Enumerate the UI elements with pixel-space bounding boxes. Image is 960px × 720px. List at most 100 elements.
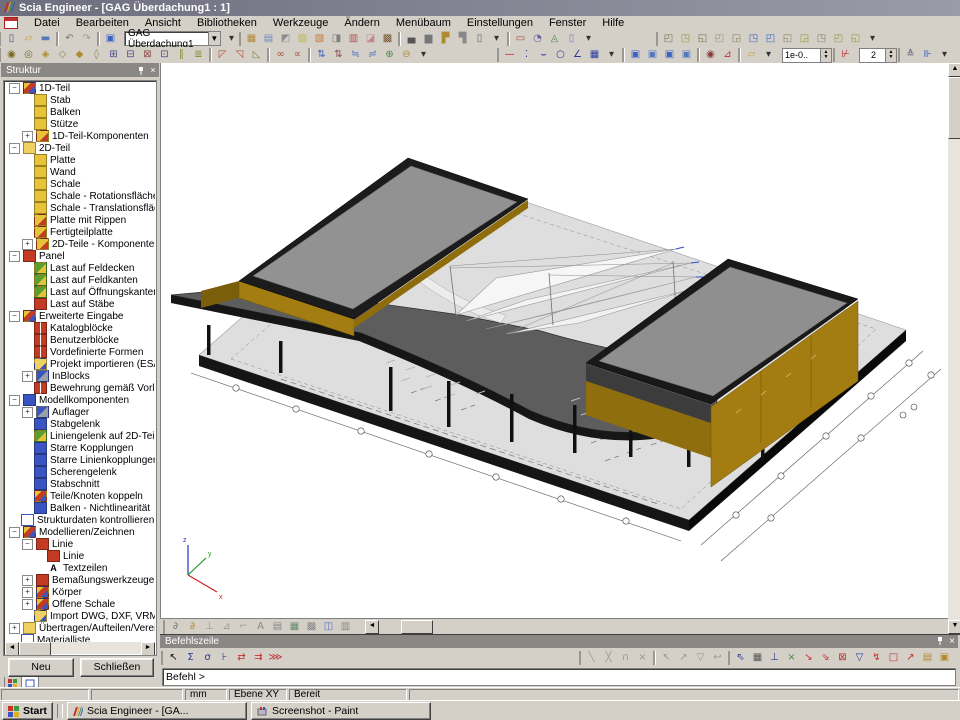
- viewport-vertical-scrollbar[interactable]: ▲ ▼: [948, 63, 960, 634]
- select-tool-icon[interactable]: ⊠: [139, 48, 156, 62]
- view-window-icon[interactable]: ◰: [830, 32, 847, 46]
- tree-item[interactable]: −Panel: [5, 250, 155, 262]
- tree-item[interactable]: −Linie: [5, 538, 155, 550]
- document-template-icon[interactable]: ▯: [471, 32, 488, 46]
- line-style-icon[interactable]: —: [501, 48, 518, 62]
- menu-datei[interactable]: Datei: [26, 16, 68, 30]
- tree-item[interactable]: Last auf Öffnungskanten: [5, 286, 155, 298]
- menu-bearbeiten[interactable]: Bearbeiten: [68, 16, 137, 30]
- viewport-3d[interactable]: x y z: [160, 63, 949, 618]
- arc-snap-icon[interactable]: ↯: [868, 651, 885, 665]
- view-window-icon[interactable]: ◱: [779, 32, 796, 46]
- dropdown-icon[interactable]: ▾: [864, 32, 881, 46]
- tree-item[interactable]: Schale - Rotationsfläche: [5, 190, 155, 202]
- flag-view-icon[interactable]: ⌐: [235, 620, 252, 634]
- expand-toggle-icon[interactable]: +: [22, 371, 33, 382]
- view-window-icon[interactable]: ◰: [711, 32, 728, 46]
- view-window-icon[interactable]: ◱: [847, 32, 864, 46]
- tree-item[interactable]: Katalogblöcke: [5, 322, 155, 334]
- select-cursor-icon[interactable]: ↖: [165, 651, 182, 665]
- scroll-right-icon[interactable]: ►: [141, 642, 155, 656]
- expand-toggle-icon[interactable]: +: [22, 587, 33, 598]
- snap-arc-icon[interactable]: ∩: [617, 651, 634, 665]
- model-tool-icon[interactable]: ◨: [328, 32, 345, 46]
- section-view-icon[interactable]: ⊿: [218, 620, 235, 634]
- pen-view-icon[interactable]: ∂: [184, 620, 201, 634]
- model-tool-icon[interactable]: ▨: [294, 32, 311, 46]
- pin-icon[interactable]: [135, 65, 147, 76]
- midpoint-snap-icon[interactable]: ⇘: [817, 651, 834, 665]
- scroll-left-icon[interactable]: ◄: [365, 620, 379, 634]
- spinner-arrows-icon[interactable]: ▲▼: [820, 49, 831, 62]
- document-icon[interactable]: [4, 17, 18, 29]
- neu-button[interactable]: Neu: [8, 658, 74, 677]
- expand-toggle-icon[interactable]: −: [9, 143, 20, 154]
- sum-selection-icon[interactable]: Σ: [182, 651, 199, 665]
- filter-view-icon[interactable]: ▥: [337, 620, 354, 634]
- select-tool-icon[interactable]: ◉: [3, 48, 20, 62]
- tree-item[interactable]: +Offene Schale: [5, 598, 155, 610]
- tree-item[interactable]: Schale: [5, 178, 155, 190]
- scroll-down-icon[interactable]: ▼: [948, 620, 960, 634]
- tree-item[interactable]: Balken - Nichtlinearität: [5, 502, 155, 514]
- tree-item[interactable]: Stabgelenk: [5, 418, 155, 430]
- spinner-arrows-icon[interactable]: ▲▼: [885, 49, 896, 62]
- lasso-select-icon[interactable]: ◸: [214, 48, 231, 62]
- dropdown-icon[interactable]: ▾: [415, 48, 432, 62]
- color-select-icon[interactable]: ◺: [248, 48, 265, 62]
- window-view-icon[interactable]: ◫: [320, 620, 337, 634]
- snap-plane-icon[interactable]: ▽: [692, 651, 709, 665]
- calculator-icon[interactable]: ▭: [512, 32, 529, 46]
- menu-fenster[interactable]: Fenster: [541, 16, 594, 30]
- model-tool-icon[interactable]: ◩: [277, 32, 294, 46]
- link-icon[interactable]: ∞: [272, 48, 289, 62]
- select-tool-icon[interactable]: ⊡: [156, 48, 173, 62]
- tree-item[interactable]: Balken: [5, 106, 155, 118]
- grid-snap-icon[interactable]: ▦: [749, 651, 766, 665]
- expand-toggle-icon[interactable]: +: [22, 131, 33, 142]
- expand-toggle-icon[interactable]: −: [9, 395, 20, 406]
- tree-item[interactable]: −Modellieren/Zeichnen: [5, 526, 155, 538]
- line-style-icon[interactable]: ○: [552, 48, 569, 62]
- new-document-icon[interactable]: ▯: [3, 32, 20, 46]
- tree-item[interactable]: Materialliste: [5, 634, 155, 642]
- tree-item[interactable]: +Körper: [5, 586, 155, 598]
- expand-toggle-icon[interactable]: +: [9, 623, 20, 634]
- model-tool-icon[interactable]: ▥: [345, 32, 362, 46]
- tree-item[interactable]: −1D-Teil: [5, 82, 155, 94]
- label-view-icon[interactable]: A: [252, 620, 269, 634]
- select-tool-icon[interactable]: ◎: [20, 48, 37, 62]
- dropdown-icon[interactable]: ▾: [603, 48, 620, 62]
- pin-icon[interactable]: [934, 636, 946, 648]
- tree-item[interactable]: Last auf Stäbe: [5, 298, 155, 310]
- clamp-icon[interactable]: ⊬: [837, 48, 854, 62]
- tree-item[interactable]: +2D-Teile - Komponenten: [5, 238, 155, 250]
- view-window-icon[interactable]: ◱: [694, 32, 711, 46]
- select-tool-icon[interactable]: ∥: [173, 48, 190, 62]
- expand-toggle-icon[interactable]: +: [22, 239, 33, 250]
- tree-item[interactable]: +Übertragen/Aufteilen/Vereinigen: [5, 622, 155, 634]
- select-tool-icon[interactable]: ◊: [88, 48, 105, 62]
- tree-item[interactable]: Strukturdaten kontrollieren: [5, 514, 155, 526]
- select-tool-icon[interactable]: ⊞: [105, 48, 122, 62]
- dropdown-icon[interactable]: ▾: [580, 32, 597, 46]
- tree-item[interactable]: +1D-Teil-Komponenten: [5, 130, 155, 142]
- expand-toggle-icon[interactable]: −: [9, 527, 20, 538]
- move-copy-icon[interactable]: ⇅: [330, 48, 347, 62]
- view-window-icon[interactable]: ◰: [660, 32, 677, 46]
- menu-einstellungen[interactable]: Einstellungen: [459, 16, 541, 30]
- dropdown-icon[interactable]: ▾: [488, 32, 505, 46]
- table-view-icon[interactable]: ▤: [269, 620, 286, 634]
- snap-delete-icon[interactable]: ×: [634, 651, 651, 665]
- move-copy-icon[interactable]: ⇅: [313, 48, 330, 62]
- tree-item[interactable]: −2D-Teil: [5, 142, 155, 154]
- command-input[interactable]: Befehl >: [162, 668, 956, 686]
- line-style-icon[interactable]: ⁚: [518, 48, 535, 62]
- expand-toggle-icon[interactable]: +: [22, 575, 33, 586]
- tree-item[interactable]: Schale - Translationsfläche: [5, 202, 155, 214]
- cursor-snap-icon[interactable]: ⇖: [732, 651, 749, 665]
- toolbar-options-icon[interactable]: ▾: [223, 32, 240, 46]
- close-icon[interactable]: ×: [147, 65, 159, 76]
- tree-item[interactable]: Projekt importieren (ESA-Datei): [5, 358, 155, 370]
- tree-item[interactable]: Vordefinierte Formen: [5, 346, 155, 358]
